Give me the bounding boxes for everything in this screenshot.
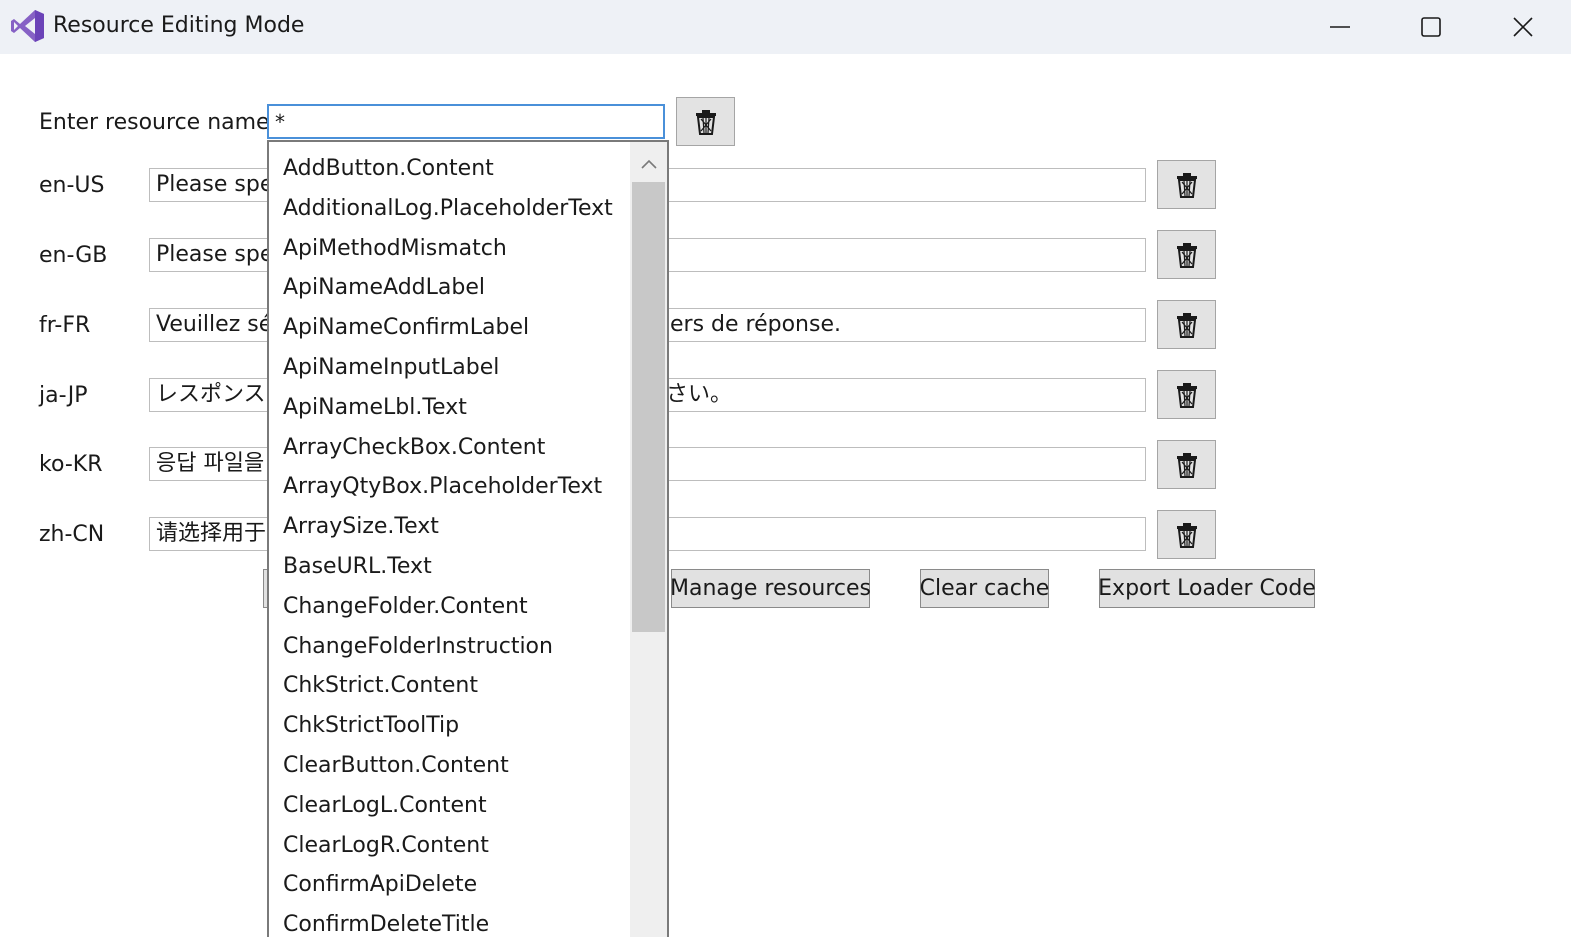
suggestion-list: AddButton.Content AdditionalLog.Placehol… <box>269 142 629 937</box>
suggestion-item[interactable]: ConfirmDeleteTitle <box>269 905 629 937</box>
minimize-button[interactable] <box>1294 0 1386 54</box>
maximize-button[interactable] <box>1385 0 1477 54</box>
locale-label-ja-jp: ja-JP <box>39 383 88 408</box>
close-icon <box>1513 17 1533 37</box>
suggestion-item[interactable]: ClearLogL.Content <box>269 786 629 826</box>
export-loader-code-button[interactable]: Export Loader Code <box>1098 569 1316 608</box>
delete-en-us-button[interactable] <box>1157 160 1216 209</box>
value-left-text: 请选择用于 <box>156 521 267 546</box>
trash-icon <box>1176 312 1197 338</box>
suggestion-item[interactable]: ApiNameConfirmLabel <box>269 308 629 348</box>
suggestion-item[interactable]: ApiMethodMismatch <box>269 229 629 269</box>
value-right-text: ers de réponse. <box>670 312 841 337</box>
locale-label-zh-cn: zh-CN <box>39 522 105 547</box>
suggestion-item[interactable]: ArraySize.Text <box>269 507 629 547</box>
title-bar: Resource Editing Mode <box>0 0 1571 54</box>
delete-resource-button[interactable] <box>676 97 735 146</box>
delete-en-gb-button[interactable] <box>1157 230 1216 279</box>
suggestion-item[interactable]: ConfirmApiDelete <box>269 865 629 905</box>
value-left-text: Please spe <box>156 172 274 197</box>
delete-ja-jp-button[interactable] <box>1157 370 1216 419</box>
suggestion-item[interactable]: ClearLogR.Content <box>269 826 629 866</box>
suggestion-item[interactable]: ChangeFolder.Content <box>269 587 629 627</box>
suggestion-item[interactable]: ApiNameInputLabel <box>269 348 629 388</box>
visual-studio-logo-icon <box>11 10 44 42</box>
clear-cache-button[interactable]: Clear cache <box>920 569 1049 608</box>
value-left-text: Veuillez sé <box>156 312 273 337</box>
trash-icon <box>1176 172 1197 198</box>
scroll-thumb[interactable] <box>632 182 665 632</box>
locale-label-fr-fr: fr-FR <box>39 313 91 338</box>
suggestion-item[interactable]: ChkStrict.Content <box>269 666 629 706</box>
suggestion-item[interactable]: ClearButton.Content <box>269 746 629 786</box>
scroll-up-button[interactable] <box>630 146 667 182</box>
suggestion-item[interactable]: ArrayCheckBox.Content <box>269 428 629 468</box>
resource-name-label: Enter resource name <box>39 110 270 135</box>
suggestion-item[interactable]: ApiNameLbl.Text <box>269 388 629 428</box>
suggestion-item[interactable]: ChkStrictToolTip <box>269 706 629 746</box>
trash-icon <box>1176 382 1197 408</box>
value-left-text: 응답 파일을 <box>156 451 265 476</box>
delete-zh-cn-button[interactable] <box>1157 510 1216 559</box>
delete-fr-fr-button[interactable] <box>1157 300 1216 349</box>
value-left-text: Please spe <box>156 242 274 267</box>
trash-icon <box>1176 452 1197 478</box>
suggestion-item[interactable]: ChangeFolderInstruction <box>269 627 629 667</box>
trash-icon <box>1176 242 1197 268</box>
resource-suggestions-dropdown[interactable]: AddButton.Content AdditionalLog.Placehol… <box>267 140 669 937</box>
suggestion-item[interactable]: ApiNameAddLabel <box>269 268 629 308</box>
trash-icon <box>1176 522 1197 548</box>
chevron-up-icon <box>640 159 657 169</box>
suggestion-item[interactable]: AdditionalLog.PlaceholderText <box>269 189 629 229</box>
window-title: Resource Editing Mode <box>53 13 305 38</box>
suggestion-item[interactable]: ArrayQtyBox.PlaceholderText <box>269 467 629 507</box>
locale-label-en-gb: en-GB <box>39 243 108 268</box>
minimize-icon <box>1330 26 1350 28</box>
locale-label-en-us: en-US <box>39 173 105 198</box>
dropdown-scrollbar[interactable] <box>630 142 667 937</box>
value-right-text: さい。 <box>666 382 733 407</box>
resource-name-input[interactable] <box>267 104 665 139</box>
trash-icon <box>695 109 716 135</box>
suggestion-item[interactable]: BaseURL.Text <box>269 547 629 587</box>
locale-label-ko-kr: ko-KR <box>39 452 103 477</box>
delete-ko-kr-button[interactable] <box>1157 440 1216 489</box>
suggestion-item[interactable]: AddButton.Content <box>269 149 629 189</box>
close-button[interactable] <box>1477 0 1569 54</box>
manage-resources-button[interactable]: Manage resources <box>670 569 871 608</box>
maximize-icon <box>1421 17 1441 37</box>
